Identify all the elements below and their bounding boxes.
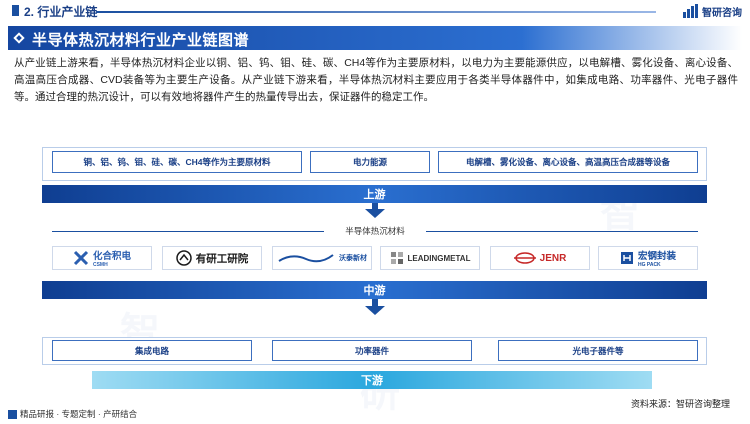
- hgpack-logo-icon: [620, 252, 633, 264]
- downstream-optoelectronic: 光电子器件等: [498, 340, 698, 361]
- logo-text: JENR: [539, 252, 567, 264]
- diamond-icon: [13, 32, 25, 44]
- logo-subtext: HG PACK: [637, 262, 661, 268]
- jenr-logo-icon: [513, 252, 536, 264]
- page-title-banner: 半导体热沉材料行业产业链图谱: [8, 26, 742, 50]
- brand-name: 智研咨询: [702, 7, 742, 19]
- brand-bars-icon: [683, 4, 699, 18]
- company-logo-csmh: 化合积电 CSMH: [52, 246, 152, 270]
- upstream-raw-materials: 铜、铝、钨、钼、硅、碳、CH4等作为主要原材料: [52, 151, 302, 173]
- footer-logo-icon: [8, 409, 17, 419]
- logo-text: LEADINGMETAL: [407, 253, 471, 263]
- leadingmetal-logo-icon: [390, 252, 403, 264]
- company-logo-jenr: JENR: [490, 246, 590, 270]
- intro-paragraph: 从产业链上游来看，半导体热沉材料企业以铜、铝、钨、钼、硅、碳、CH4等作为主要原…: [14, 57, 738, 103]
- csmh-logo-icon: [73, 250, 89, 266]
- footer-tags: 精品研报 · 专题定制 · 产研结合: [8, 408, 137, 420]
- stage-midstream: 中游: [42, 281, 707, 299]
- company-logo-wotai: 沃泰新材: [272, 246, 372, 270]
- mid-divider-right: [426, 231, 698, 232]
- logo-text: 宏钢封装: [637, 251, 676, 262]
- section-title: 2. 行业产业链: [24, 5, 98, 19]
- watermark: 研: [360, 360, 400, 418]
- downstream-power-device: 功率器件: [272, 340, 472, 361]
- logo-text: 有研工研院: [195, 252, 249, 265]
- footer-tags-text: 精品研报 · 专题定制 · 产研结合: [20, 409, 138, 419]
- section-divider: [96, 11, 656, 13]
- upstream-energy: 电力能源: [310, 151, 430, 173]
- top-bar: 2. 行业产业链 智研咨询: [0, 0, 750, 22]
- upstream-equipment: 电解槽、雾化设备、离心设备、高温高压合成器等设备: [438, 151, 698, 173]
- logo-subtext: CSMH: [92, 262, 108, 268]
- page-title: 半导体热沉材料行业产业链图谱: [32, 32, 250, 49]
- company-logo-youyan: 有研工研院: [162, 246, 262, 270]
- company-logo-hgpack: 宏钢封装 HG PACK: [598, 246, 698, 270]
- stage-downstream: 下游: [92, 371, 652, 389]
- logo-text: 化合积电: [92, 251, 131, 262]
- company-logo-leadingmetal: LEADINGMETAL: [380, 246, 480, 270]
- source-note: 资料来源：智研咨询整理: [630, 399, 730, 409]
- section-marker-icon: [12, 5, 19, 16]
- arrow-down-icon: [365, 306, 385, 315]
- stage-upstream: 上游: [42, 185, 707, 203]
- downstream-ic: 集成电路: [52, 340, 252, 361]
- logo-text: 沃泰新材: [339, 255, 367, 262]
- wotai-logo-icon: [278, 254, 334, 263]
- youyan-logo-icon: [176, 250, 192, 266]
- arrow-down-icon: [365, 209, 385, 218]
- brand-logo: 智研咨询: [683, 3, 742, 19]
